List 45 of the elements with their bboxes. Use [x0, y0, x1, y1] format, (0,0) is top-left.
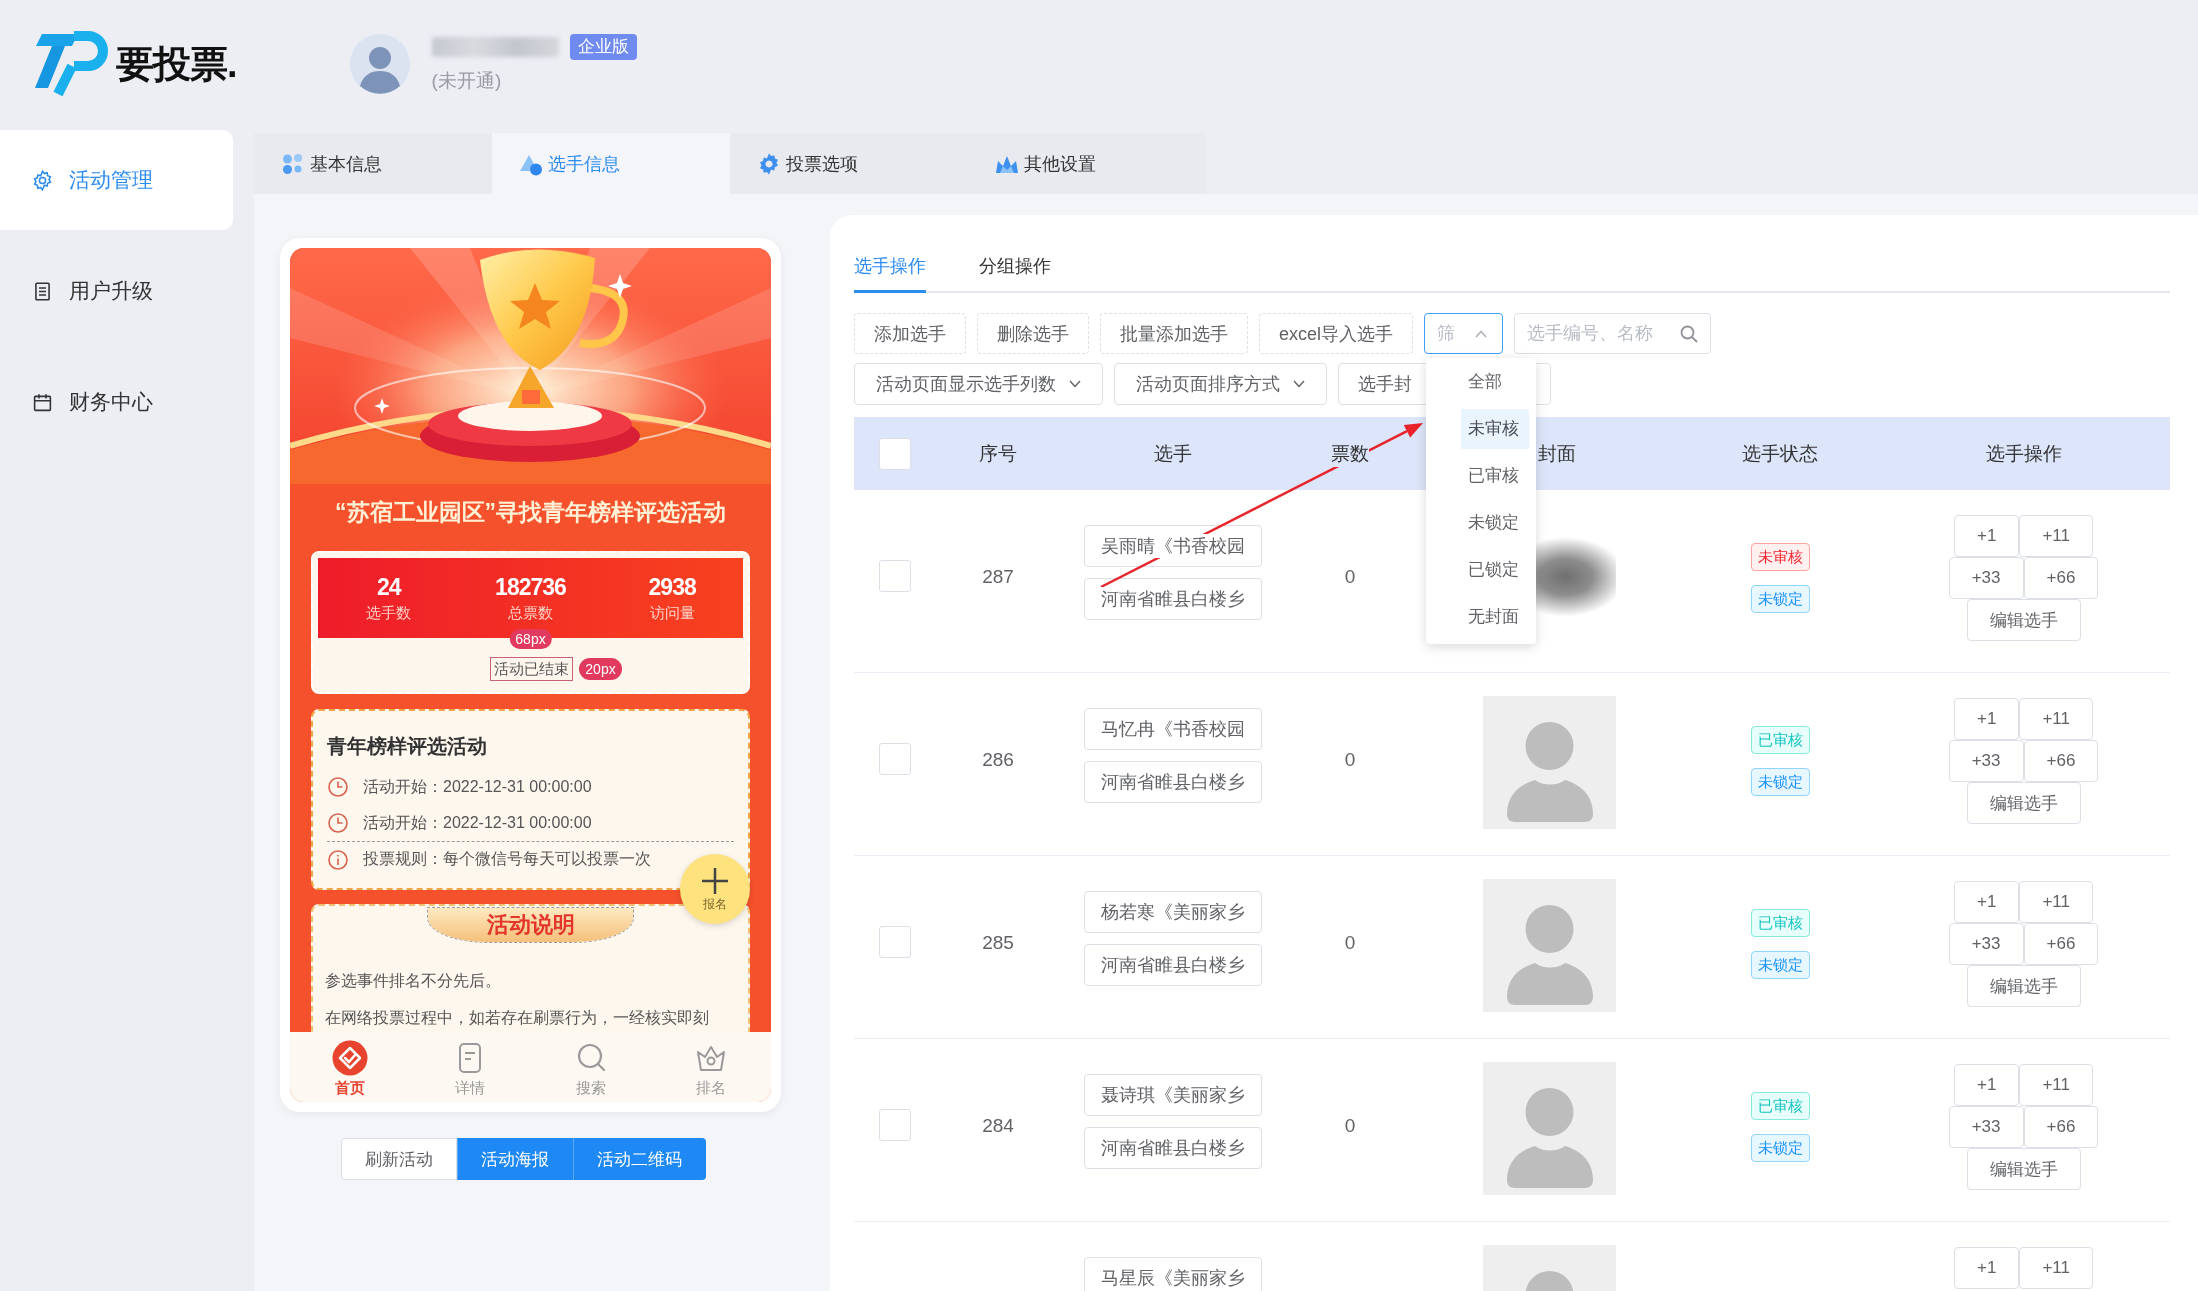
row-number: 287 [982, 565, 1014, 589]
player-region-tag: 河南省睢县白楼乡 [1084, 944, 1262, 986]
notes-paragraph: 在网络投票过程中，如若存在刷票行为，一经核实即刻 [325, 1008, 710, 1028]
status-tag: 未锁定 [1750, 1134, 1810, 1162]
event-status: 活动已结束 [490, 657, 574, 681]
info-line: 投票规则：每个微信号每天可以投票一次 [363, 849, 651, 869]
player-name-tag: 杨若寒《美丽家乡 [1084, 891, 1262, 933]
vote-count: 0 [1344, 748, 1356, 772]
section-heading: 活动说明 [428, 908, 633, 942]
player-region-tag: 河南省睢县白楼乡 [1084, 578, 1262, 620]
player-region-tag: 河南省睢县白楼乡 [1084, 761, 1262, 803]
player-name-tag: 聂诗琪《美丽家乡 [1084, 1074, 1262, 1116]
vote-count: 0 [1344, 565, 1356, 589]
plan-badge: 企业版 [569, 34, 637, 60]
status-tag: 未审核 [1750, 543, 1810, 571]
status-tag: 已审核 [1750, 1092, 1810, 1120]
vote-count: 0 [1344, 1114, 1356, 1138]
row-number: 285 [982, 931, 1014, 955]
player-name-tag: 马星辰《美丽家乡 [1084, 1257, 1262, 1291]
status-tag: 未锁定 [1750, 585, 1810, 613]
measure-badge: 20px [579, 658, 622, 680]
brand-name: 要投票. [116, 41, 237, 87]
status-tag: 未锁定 [1750, 768, 1810, 796]
stat-value: 2938 [648, 574, 696, 600]
measure-badge: 68px [509, 629, 552, 649]
stat-value: 182736 [495, 574, 566, 600]
info-line: 活动开始：2022-12-31 00:00:00 [363, 812, 592, 833]
row-number: 284 [982, 1114, 1014, 1138]
info-title: 青年榜样评选活动 [327, 735, 488, 757]
stat-value: 24 [377, 574, 401, 600]
vote-count: 0 [1344, 931, 1356, 955]
player-name-tag: 吴雨晴《书香校园 [1084, 525, 1262, 567]
player-region-tag: 河南省睢县白楼乡 [1084, 1127, 1262, 1169]
account-status: (未开通) [431, 69, 503, 93]
status-tag: 未锁定 [1750, 951, 1810, 979]
status-tag: 已审核 [1750, 726, 1810, 754]
stat-label: 总票数 [508, 604, 553, 622]
notes-paragraph: 参选事件排名不分先后。 [325, 971, 502, 991]
stat-label: 选手数 [366, 604, 412, 622]
stat-label: 访问量 [649, 604, 695, 622]
player-name-tag: 马忆冉《书香校园 [1084, 708, 1262, 750]
row-number: 286 [982, 748, 1014, 772]
status-tag: 已审核 [1750, 909, 1810, 937]
info-line: 活动开始：2022-12-31 00:00:00 [363, 776, 592, 797]
event-title: “苏宿工业园区”寻找青年榜样评选活动 [335, 497, 726, 527]
